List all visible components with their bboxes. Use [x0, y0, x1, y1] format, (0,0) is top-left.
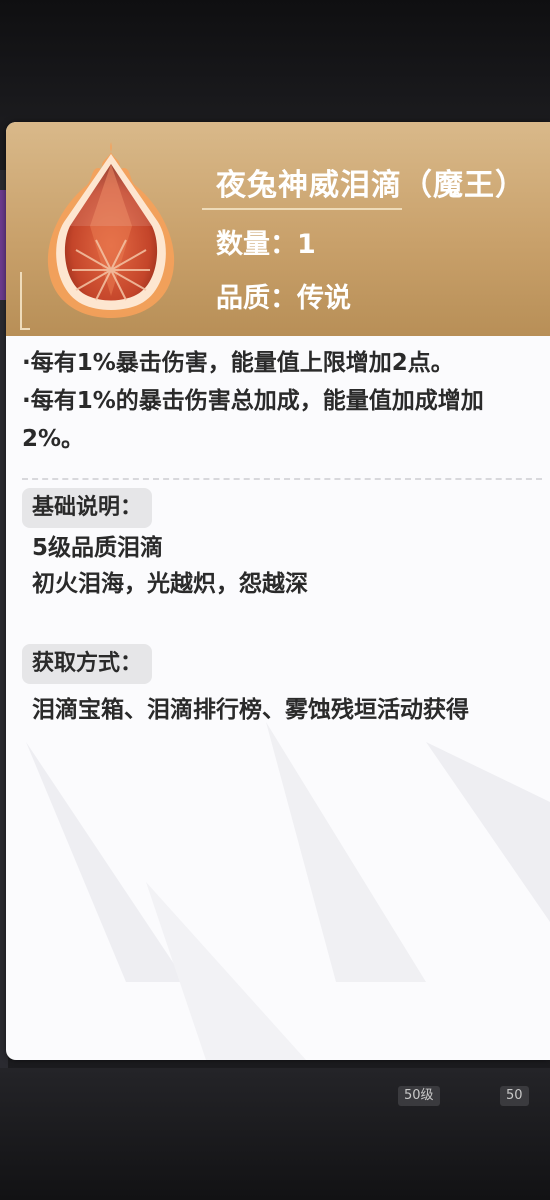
- basic-info-line: 5级品质泪滴: [32, 535, 164, 561]
- level-tag: 50: [500, 1086, 529, 1106]
- basic-info-text: 5级品质泪滴 初火泪海，光越炽，怨越深: [32, 530, 532, 602]
- item-detail-popup[interactable]: 夜兔神威泪滴（魔王） 数量：1 品质：传说 ·每有1%暴击伤害，能量值上限增加2…: [6, 122, 550, 1060]
- effect-line: ·每有1%的暴击伤害总加成，能量值加成增加2%。: [22, 388, 484, 452]
- item-quality: 品质：传说: [216, 283, 351, 314]
- header-corner-ornament: [20, 272, 30, 330]
- level-tag: 50级: [398, 1086, 440, 1106]
- basic-info-line: 初火泪海，光越炽，怨越深: [32, 571, 308, 597]
- section-divider: [22, 478, 542, 480]
- effect-line: ·每有1%暴击伤害，能量值上限增加2点。: [22, 350, 454, 376]
- background-watermark: [26, 722, 550, 1060]
- basic-info-label: 基础说明：: [22, 488, 153, 528]
- obtain-method-label: 获取方式：: [22, 644, 153, 684]
- effect-description[interactable]: ·每有1%暴击伤害，能量值上限增加2点。 ·每有1%的暴击伤害总加成，能量值加成…: [22, 344, 542, 468]
- item-name: 夜兔神威泪滴（魔王）: [216, 168, 526, 203]
- header-divider: [202, 208, 402, 210]
- item-header: 夜兔神威泪滴（魔王） 数量：1 品质：传说: [6, 122, 550, 336]
- title-clip: 夜兔神威泪滴（魔王）: [6, 122, 550, 222]
- background-bottom-bar: 50级 50: [0, 1068, 550, 1200]
- item-quantity: 数量：1: [216, 229, 316, 260]
